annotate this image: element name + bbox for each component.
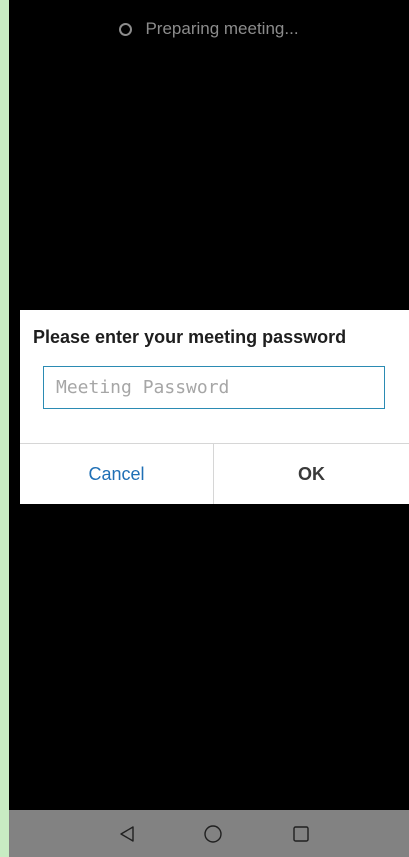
back-triangle-icon (120, 825, 134, 842)
meeting-password-input[interactable] (43, 366, 385, 409)
nav-recents-button[interactable] (271, 810, 331, 857)
nav-back-button[interactable] (97, 810, 157, 857)
dialog-title: Please enter your meeting password (33, 327, 347, 347)
recents-square-icon (293, 825, 309, 842)
spinner-icon (119, 22, 133, 36)
nav-home-button[interactable] (183, 810, 243, 857)
system-nav-bar (9, 810, 409, 857)
app-screen: Preparing meeting... Please enter your m… (9, 0, 409, 857)
home-circle-icon (204, 824, 222, 843)
cancel-button[interactable]: Cancel (20, 444, 213, 504)
preparing-status: Preparing meeting... (9, 19, 409, 39)
side-strip (0, 0, 9, 857)
status-text: Preparing meeting... (145, 19, 299, 38)
password-dialog: Please enter your meeting password Cance… (20, 310, 409, 504)
ok-button[interactable]: OK (214, 444, 409, 504)
